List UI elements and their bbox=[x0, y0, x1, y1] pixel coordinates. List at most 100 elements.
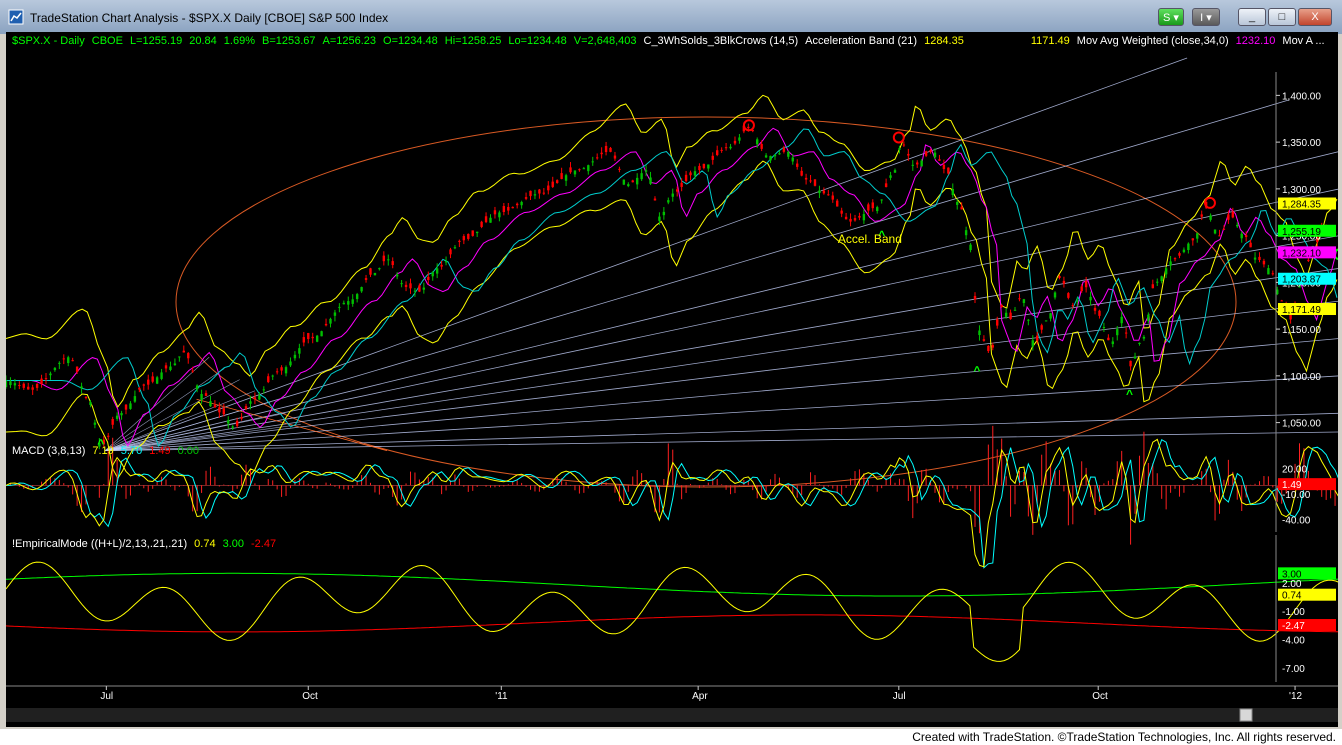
candle-body bbox=[413, 290, 417, 292]
price-header-field: 1232.10 bbox=[1236, 35, 1276, 47]
candle-body bbox=[400, 283, 403, 285]
candle-body bbox=[187, 353, 190, 359]
candle-body bbox=[1244, 235, 1248, 238]
candle-body bbox=[1213, 229, 1217, 234]
candle-body bbox=[898, 148, 901, 150]
price-panel[interactable]: ^^^^Accel. Band1,400.001,350.001,300.001… bbox=[4, 35, 1342, 488]
candle-body bbox=[1000, 304, 1003, 308]
emd-panel[interactable]: 2.00 -1.00 -4.00 -7.00 3.00 0.74 -2.47 !Empiric… bbox=[5, 535, 1340, 682]
candle-body bbox=[884, 183, 888, 188]
price-header-field: A=1256.23 bbox=[323, 35, 377, 47]
candle-body bbox=[716, 150, 719, 156]
candle-body bbox=[129, 403, 132, 409]
candle-body bbox=[200, 394, 203, 400]
pattern-marker-top bbox=[892, 131, 905, 144]
candle-body bbox=[1111, 341, 1115, 345]
candle-body bbox=[422, 287, 426, 290]
candle-body bbox=[267, 376, 270, 383]
emd-tick-label: -7.00 bbox=[1282, 664, 1305, 675]
candle-body bbox=[35, 383, 39, 388]
candle-body bbox=[124, 404, 128, 410]
candle-body bbox=[520, 201, 523, 206]
candle-body bbox=[569, 167, 572, 173]
candle-body bbox=[787, 151, 790, 157]
candle-body bbox=[858, 215, 861, 218]
candle-body bbox=[178, 356, 181, 358]
candle-body bbox=[515, 203, 519, 206]
candle-body bbox=[1262, 260, 1266, 265]
candle-body bbox=[507, 206, 510, 211]
candle-body bbox=[907, 153, 910, 156]
candle-body bbox=[822, 190, 826, 194]
close-button[interactable]: X bbox=[1298, 8, 1332, 26]
candle-body bbox=[404, 284, 408, 288]
i-button[interactable]: I ▾ bbox=[1192, 8, 1220, 26]
scrollbar-thumb[interactable] bbox=[1239, 708, 1253, 722]
candle-body bbox=[702, 163, 706, 169]
candle-body bbox=[453, 247, 457, 249]
emd-value-badge-label: 3.00 bbox=[1282, 569, 1302, 580]
title-bar: TradeStation Chart Analysis - $SPX.X Dai… bbox=[0, 0, 1342, 34]
candle-body bbox=[49, 373, 52, 376]
candle-body bbox=[609, 147, 612, 152]
scrollbar-track bbox=[6, 708, 1338, 722]
candle-body bbox=[502, 206, 506, 213]
candle-body bbox=[458, 240, 461, 242]
candle-body bbox=[493, 210, 497, 215]
price-header-field: B=1253.67 bbox=[262, 35, 316, 47]
candle-body bbox=[1280, 300, 1283, 302]
candle-body bbox=[449, 249, 452, 255]
candle-body bbox=[471, 230, 474, 236]
candle-body bbox=[644, 170, 648, 172]
time-tick-label: Oct bbox=[1092, 691, 1108, 702]
chart-area[interactable]: ^ ^ ^ ^ Accel. Band 1,400.00 1,350.00 1,300.00 1… bbox=[4, 32, 1342, 727]
time-tick-label: '11 bbox=[495, 691, 508, 702]
accel-band-lower bbox=[5, 160, 1338, 480]
candle-body bbox=[218, 407, 221, 413]
candle-body bbox=[173, 363, 177, 366]
minimize-button[interactable]: _ bbox=[1238, 8, 1266, 26]
candle-body bbox=[244, 406, 248, 410]
candle-body bbox=[387, 259, 390, 261]
emd-value-badge-label: -2.47 bbox=[1282, 621, 1305, 632]
price-header-field: Lo=1234.48 bbox=[508, 35, 566, 47]
price-header-field: Hi=1258.25 bbox=[445, 35, 502, 47]
candle-body bbox=[800, 170, 803, 176]
candle-body bbox=[378, 268, 381, 270]
candle-body bbox=[58, 362, 61, 364]
candle-body bbox=[209, 401, 212, 407]
candle-body bbox=[484, 216, 488, 223]
candle-body bbox=[1156, 281, 1159, 283]
candle-body bbox=[538, 189, 541, 194]
candle-body bbox=[635, 177, 639, 185]
horizontal-scrollbar[interactable] bbox=[6, 708, 1338, 722]
candle-body bbox=[1076, 300, 1079, 302]
candle-body bbox=[640, 173, 643, 180]
price-tick-label: 1,300.00 bbox=[1282, 185, 1321, 196]
candle-body bbox=[916, 162, 919, 165]
pattern-marker-bottom: ^ bbox=[1126, 387, 1133, 401]
candle-body bbox=[142, 384, 145, 386]
emd-lower-line bbox=[5, 614, 1340, 633]
candle-body bbox=[1062, 280, 1066, 284]
candle-body bbox=[1027, 319, 1030, 321]
candle-body bbox=[1222, 228, 1226, 230]
macd-header-field: 7.19 bbox=[92, 445, 113, 457]
candle-body bbox=[564, 175, 568, 181]
candle-body bbox=[555, 180, 559, 184]
candle-body bbox=[315, 335, 319, 342]
moving-average-line bbox=[6, 128, 1338, 448]
time-tick-label: '12 bbox=[1289, 691, 1302, 702]
candle-body bbox=[1147, 314, 1150, 321]
s-button[interactable]: S ▾ bbox=[1158, 8, 1184, 26]
candle-body bbox=[271, 375, 274, 377]
chart-canvas[interactable]: ^^^^Accel. Band1,400.001,350.001,300.001… bbox=[4, 32, 1342, 727]
maximize-button[interactable]: □ bbox=[1268, 8, 1296, 26]
s-button-label: S bbox=[1163, 12, 1171, 24]
candle-body bbox=[1209, 215, 1212, 220]
candle-body bbox=[631, 180, 634, 183]
candle-body bbox=[924, 151, 928, 156]
candle-body bbox=[320, 331, 323, 337]
price-header-field: Mov A ... bbox=[1282, 35, 1324, 47]
candle-body bbox=[836, 200, 839, 207]
